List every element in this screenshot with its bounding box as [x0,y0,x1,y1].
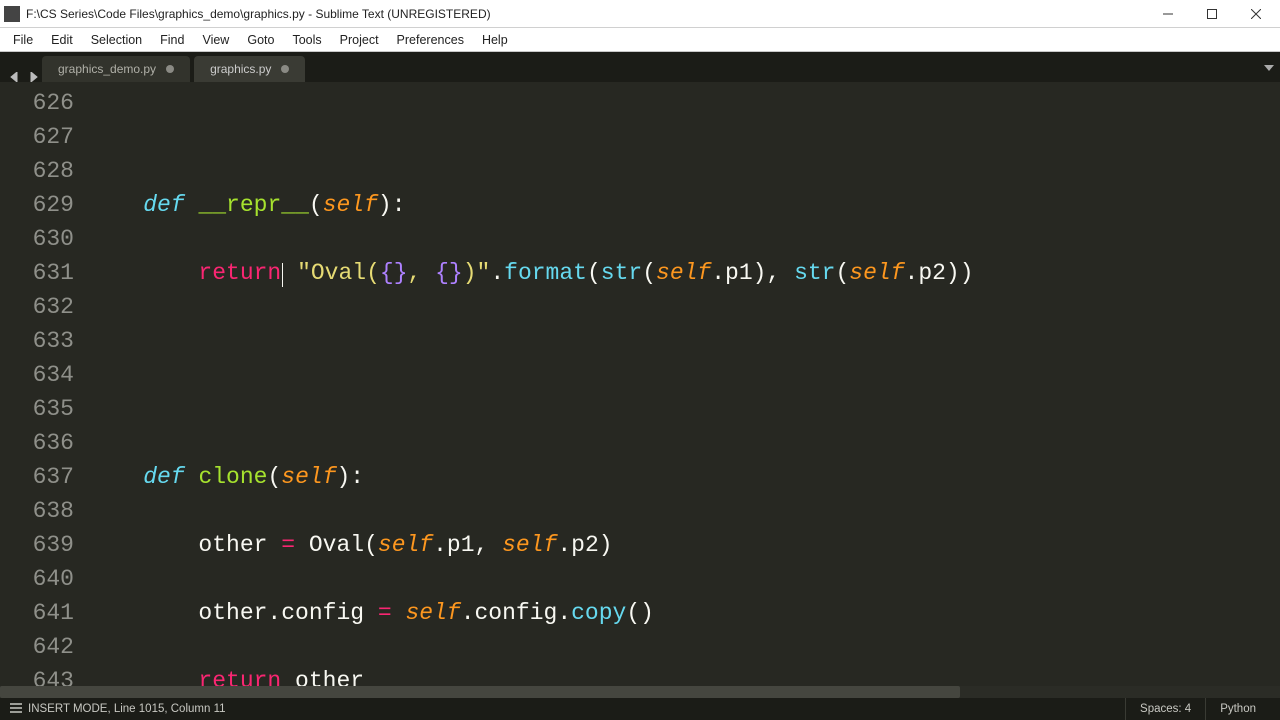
menu-edit[interactable]: Edit [42,30,82,50]
minimize-button[interactable] [1146,0,1190,28]
tab-history-forward[interactable] [24,72,42,82]
line-number: 628 [0,154,74,188]
status-syntax[interactable]: Python [1205,698,1270,720]
tab-label: graphics_demo.py [58,62,156,76]
line-number: 626 [0,86,74,120]
menu-bar: File Edit Selection Find View Goto Tools… [0,28,1280,52]
menu-selection[interactable]: Selection [82,30,151,50]
horizontal-scrollbar[interactable] [0,686,1280,698]
code-editor[interactable]: 626 627 628 629 630 631 632 633 634 635 … [0,82,1280,698]
line-number: 633 [0,324,74,358]
menu-view[interactable]: View [193,30,238,50]
line-number-gutter: 626 627 628 629 630 631 632 633 634 635 … [0,82,88,698]
line-number: 635 [0,392,74,426]
tab-graphics[interactable]: graphics.py [194,56,305,82]
line-number: 632 [0,290,74,324]
dirty-indicator-icon [281,65,289,73]
line-number: 630 [0,222,74,256]
scrollbar-thumb[interactable] [0,686,960,698]
status-indent[interactable]: Spaces: 4 [1125,698,1205,720]
tab-bar: graphics_demo.py graphics.py [0,52,1280,82]
close-button[interactable] [1234,0,1278,28]
line-number: 627 [0,120,74,154]
menu-file[interactable]: File [4,30,42,50]
maximize-button[interactable] [1190,0,1234,28]
tab-dropdown-icon[interactable] [1264,60,1274,78]
line-number: 641 [0,596,74,630]
line-number: 640 [0,562,74,596]
menu-find[interactable]: Find [151,30,193,50]
code-area[interactable]: def __repr__(self): return "Oval({}, {})… [88,82,1260,698]
tab-graphics-demo[interactable]: graphics_demo.py [42,56,190,82]
text-cursor-icon [282,263,283,287]
menu-project[interactable]: Project [331,30,388,50]
line-number: 634 [0,358,74,392]
menu-tools[interactable]: Tools [283,30,330,50]
dirty-indicator-icon [166,65,174,73]
line-number: 637 [0,460,74,494]
line-number: 639 [0,528,74,562]
line-number: 631 [0,256,74,290]
status-position[interactable]: INSERT MODE, Line 1015, Column 11 [28,703,226,715]
line-number: 642 [0,630,74,664]
status-bar: INSERT MODE, Line 1015, Column 11 Spaces… [0,698,1280,720]
minimap[interactable] [1260,82,1280,698]
tab-history-back[interactable] [6,72,24,82]
window-titlebar: F:\CS Series\Code Files\graphics_demo\gr… [0,0,1280,28]
window-title: F:\CS Series\Code Files\graphics_demo\gr… [26,7,491,21]
menu-preferences[interactable]: Preferences [388,30,473,50]
line-number: 636 [0,426,74,460]
menu-help[interactable]: Help [473,30,517,50]
tab-label: graphics.py [210,62,271,76]
line-number: 638 [0,494,74,528]
line-number: 629 [0,188,74,222]
app-icon [4,6,20,22]
hamburger-icon[interactable] [10,703,22,716]
menu-goto[interactable]: Goto [238,30,283,50]
